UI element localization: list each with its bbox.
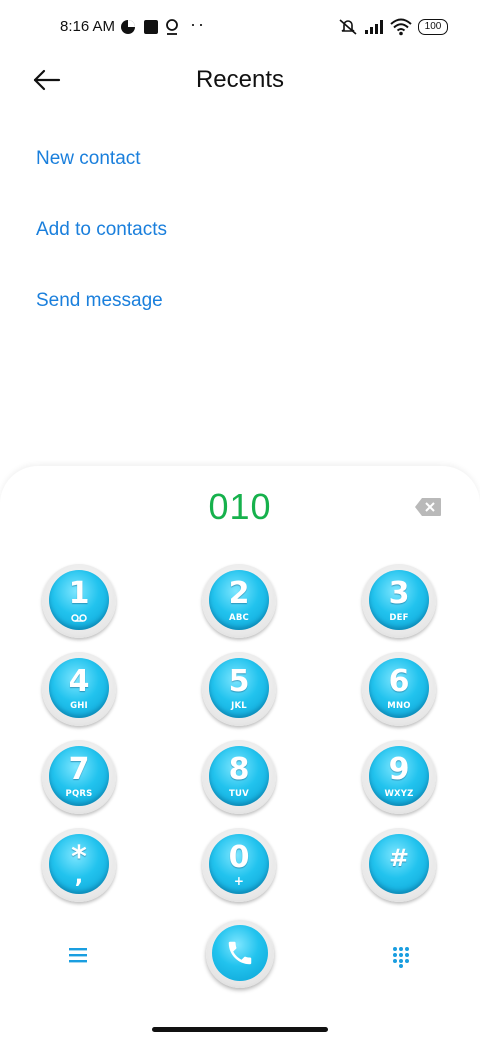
key-letters: PQRS xyxy=(65,789,93,799)
key-face: 2 ABC xyxy=(209,570,269,630)
voicemail-icon xyxy=(71,614,87,622)
home-indicator[interactable] xyxy=(152,1027,328,1032)
key-face: 7 PQRS xyxy=(49,746,109,806)
key-digit: 1 xyxy=(68,576,90,611)
key-9[interactable]: 9 WXYZ xyxy=(362,740,436,814)
key-digit: 5 xyxy=(228,664,250,699)
key-digit: # xyxy=(388,844,410,872)
backspace-icon[interactable] xyxy=(414,497,442,517)
key-letters: TUV xyxy=(229,789,249,799)
key-face: 8 TUV xyxy=(209,746,269,806)
key-face: * , xyxy=(49,834,109,894)
key-face: 3 DEF xyxy=(369,570,429,630)
dialed-number: 010 xyxy=(208,486,272,527)
key-face: 1 xyxy=(49,570,109,630)
key-digit: 0 xyxy=(228,840,250,875)
key-7[interactable]: 7 PQRS xyxy=(42,740,116,814)
key-letters: MNO xyxy=(387,701,411,711)
dialpad-icon[interactable] xyxy=(392,946,410,968)
key-letters: JKL xyxy=(231,701,247,711)
key-letters: ABC xyxy=(229,613,249,623)
key-digit: 3 xyxy=(388,576,410,611)
key-1[interactable]: 1 xyxy=(42,564,116,638)
key-6[interactable]: 6 MNO xyxy=(362,652,436,726)
page-title: Recents xyxy=(195,66,285,93)
key-letters: + xyxy=(233,874,245,888)
key-face: 6 MNO xyxy=(369,658,429,718)
key-hash[interactable]: # xyxy=(362,828,436,902)
call-button[interactable] xyxy=(206,920,274,988)
more-dots-icon: ·· xyxy=(190,14,206,34)
key-face: 5 JKL xyxy=(209,658,269,718)
new-contact-link[interactable]: New contact xyxy=(36,148,141,170)
status-bar: 8:16 AM ·· 100 xyxy=(0,0,480,56)
key-face: # xyxy=(369,834,429,894)
key-digit: 7 xyxy=(68,752,90,787)
key-2[interactable]: 2 ABC xyxy=(202,564,276,638)
battery-icon: 100 xyxy=(418,19,448,35)
key-5[interactable]: 5 JKL xyxy=(202,652,276,726)
send-message-link[interactable]: Send message xyxy=(36,290,163,312)
key-star[interactable]: * , xyxy=(42,828,116,902)
wifi-icon xyxy=(390,18,412,36)
mute-icon xyxy=(339,19,357,35)
key-digit: 9 xyxy=(388,752,410,787)
square-icon xyxy=(144,20,158,34)
menu-icon[interactable] xyxy=(68,946,88,964)
key-letters: WXYZ xyxy=(384,789,414,799)
key-face: 4 GHI xyxy=(49,658,109,718)
key-4[interactable]: 4 GHI xyxy=(42,652,116,726)
notification-icon xyxy=(121,20,135,34)
key-digit: 6 xyxy=(388,664,410,699)
signal-icon xyxy=(365,20,383,34)
key-face: 9 WXYZ xyxy=(369,746,429,806)
key-face: 0 + xyxy=(209,834,269,894)
location-icon xyxy=(166,19,178,35)
key-letters: DEF xyxy=(389,613,409,623)
key-0[interactable]: 0 + xyxy=(202,828,276,902)
key-digit: 2 xyxy=(228,576,250,611)
status-time: 8:16 AM xyxy=(60,18,116,35)
key-3[interactable]: 3 DEF xyxy=(362,564,436,638)
add-to-contacts-link[interactable]: Add to contacts xyxy=(36,219,167,241)
key-digit: 4 xyxy=(68,664,90,699)
phone-icon xyxy=(228,941,252,965)
key-8[interactable]: 8 TUV xyxy=(202,740,276,814)
key-letters: , xyxy=(74,864,84,889)
key-digit: 8 xyxy=(228,752,250,787)
call-button-face xyxy=(212,925,268,981)
key-letters: GHI xyxy=(70,701,88,711)
